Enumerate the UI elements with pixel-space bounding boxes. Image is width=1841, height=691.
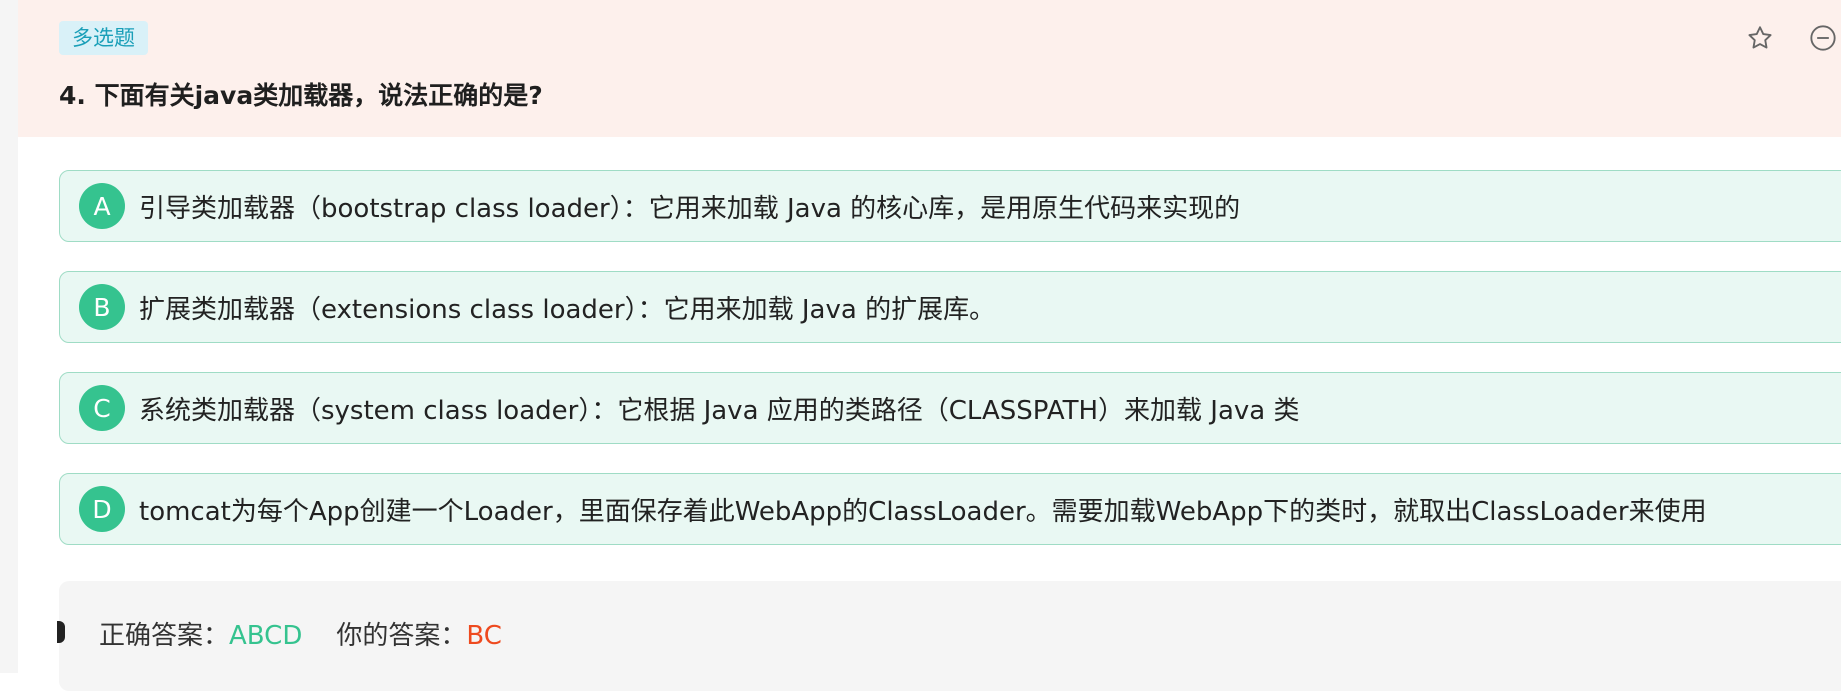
option-letter: D <box>79 486 125 532</box>
question-header: 多选题 4. 下面有关java类加载器，说法正确的是? <box>18 0 1841 137</box>
correct-answer-label: 正确答案： <box>99 621 230 651</box>
answer-marker <box>57 621 65 643</box>
answer-row: 正确答案：ABCD 你的答案：BC <box>99 615 502 652</box>
option-text: tomcat为每个App创建一个Loader，里面保存着此WebApp的Clas… <box>139 496 1707 527</box>
your-answer-value: BC <box>466 621 502 651</box>
option-text: 系统类加载器（system class loader）：它根据 Java 应用的… <box>139 395 1300 426</box>
option-a[interactable]: A 引导类加载器（bootstrap class loader）：它用来加载 J… <box>59 170 1841 242</box>
option-c[interactable]: C 系统类加载器（system class loader）：它根据 Java 应… <box>59 372 1841 444</box>
question-title: 4. 下面有关java类加载器，说法正确的是? <box>59 81 543 110</box>
correct-answer-value: ABCD <box>229 621 303 651</box>
question-type-badge: 多选题 <box>59 21 148 55</box>
option-d[interactable]: D tomcat为每个App创建一个Loader，里面保存着此WebApp的Cl… <box>59 473 1841 545</box>
left-gutter <box>0 0 18 673</box>
option-text: 引导类加载器（bootstrap class loader）：它用来加载 Jav… <box>139 193 1241 224</box>
option-letter: C <box>79 385 125 431</box>
star-outline-icon[interactable] <box>1745 21 1775 55</box>
option-text: 扩展类加载器（extensions class loader）：它用来加载 Ja… <box>139 294 996 325</box>
minus-circle-icon[interactable] <box>1808 21 1838 55</box>
option-letter: A <box>79 183 125 229</box>
option-letter: B <box>79 284 125 330</box>
answer-panel: 正确答案：ABCD 你的答案：BC <box>57 581 1841 691</box>
options-list: A 引导类加载器（bootstrap class loader）：它用来加载 J… <box>59 170 1841 574</box>
your-answer-label: 你的答案： <box>336 621 467 651</box>
option-b[interactable]: B 扩展类加载器（extensions class loader）：它用来加载 … <box>59 271 1841 343</box>
